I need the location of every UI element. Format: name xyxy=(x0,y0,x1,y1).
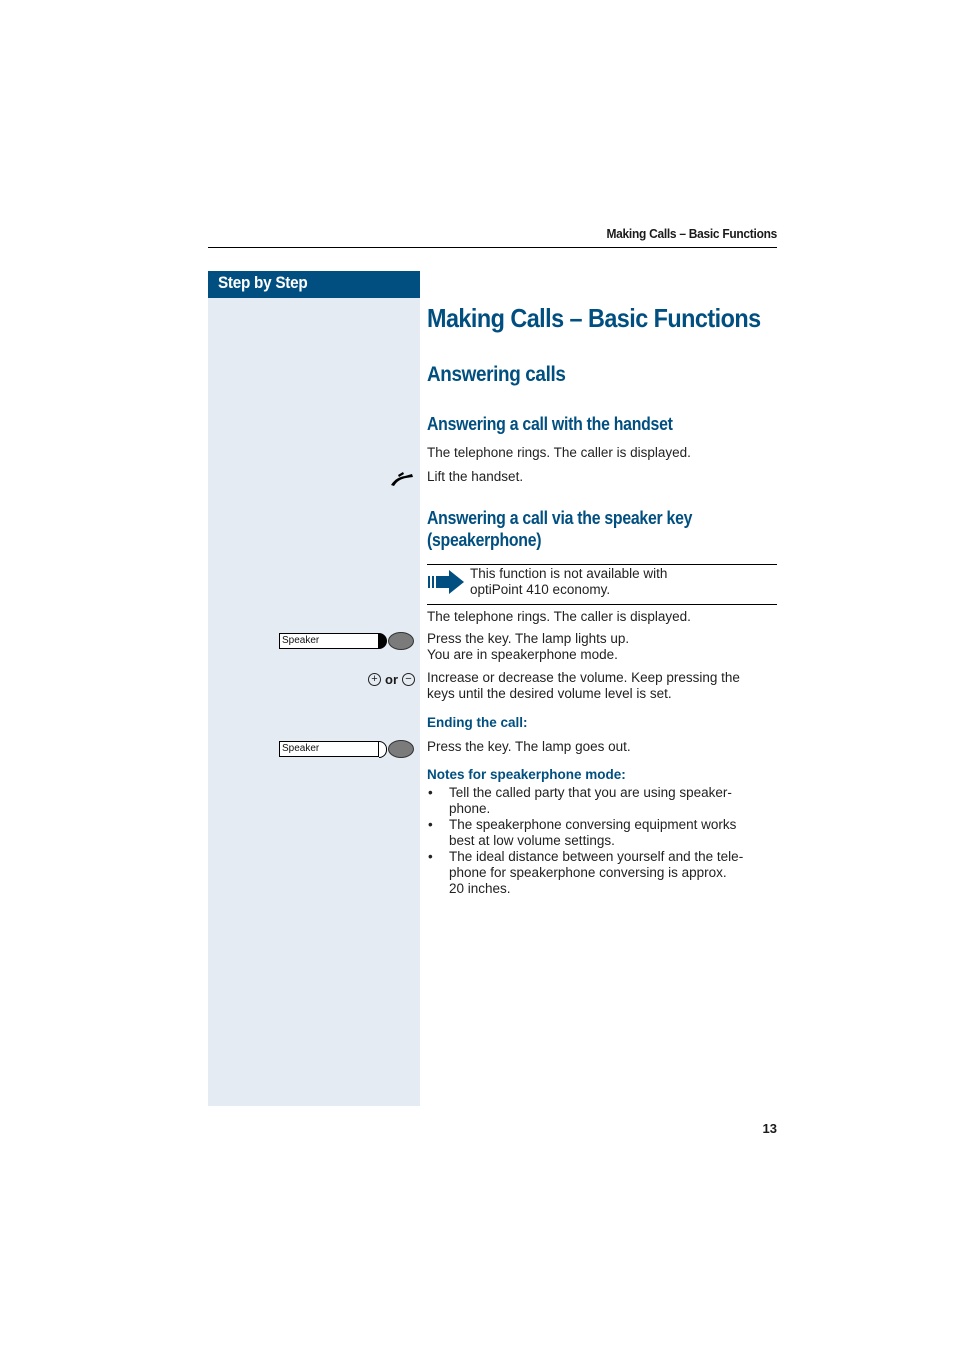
header-rule xyxy=(208,247,777,248)
ending-call-heading: Ending the call: xyxy=(427,715,528,730)
volume-text: Increase or decrease the volume. Keep pr… xyxy=(427,670,740,702)
volume-or-label: or xyxy=(385,671,398,687)
speaker-key-label: Speaker xyxy=(279,633,379,649)
volume-keys: + or − xyxy=(355,671,415,687)
volume-plus-icon[interactable]: + xyxy=(368,672,381,686)
note-line: The speakerphone conversing equipment wo… xyxy=(449,817,737,832)
note-line: The ideal distance between yourself and … xyxy=(449,849,744,864)
lamp-off-indicator xyxy=(379,740,387,758)
section-title: Answering calls xyxy=(427,363,566,386)
sidebar-title: Step by Step xyxy=(218,273,308,292)
list-item: • Tell the called party that you are usi… xyxy=(427,785,777,817)
volume-minus-icon[interactable]: − xyxy=(402,672,415,686)
speaker-key-off[interactable]: Speaker xyxy=(279,740,414,758)
speaker-ring-text: The telephone rings. The caller is displ… xyxy=(427,609,691,624)
note-line: 20 inches. xyxy=(449,881,511,896)
speaker-key-lit[interactable]: Speaker xyxy=(279,632,414,650)
press-line: You are in speakerphone mode. xyxy=(427,647,618,662)
page-number: 13 xyxy=(762,1121,777,1136)
note-arrow-icon xyxy=(427,569,465,595)
note-line: optiPoint 410 economy. xyxy=(470,582,611,597)
ending-call-text: Press the key. The lamp goes out. xyxy=(427,739,631,754)
bullet-icon: • xyxy=(428,849,433,864)
list-item: • The speakerphone conversing equipment … xyxy=(427,817,777,849)
bullet-icon: • xyxy=(428,785,433,800)
note-line: This function is not available with xyxy=(470,566,668,581)
note-line: phone. xyxy=(449,801,491,816)
note-line: phone for speakerphone conversing is app… xyxy=(449,865,727,880)
speaker-keycap[interactable] xyxy=(388,632,414,650)
lamp-on-indicator xyxy=(379,633,387,649)
speaker-key-label: Speaker xyxy=(279,741,379,757)
press-line: Press the key. The lamp lights up. xyxy=(427,631,630,646)
running-head: Making Calls – Basic Functions xyxy=(606,226,777,241)
lift-handset-text: Lift the handset. xyxy=(427,469,524,484)
note-line: best at low volume settings. xyxy=(449,833,615,848)
lift-handset-icon xyxy=(389,469,415,487)
speaker-heading-line1: Answering a call via the speaker key xyxy=(427,508,693,528)
note-line: Tell the called party that you are using… xyxy=(449,785,732,800)
note-top-rule xyxy=(427,564,777,565)
speaker-heading-line2: (speakerphone) xyxy=(427,530,542,550)
list-item: • The ideal distance between yourself an… xyxy=(427,849,777,897)
volume-line: Increase or decrease the volume. Keep pr… xyxy=(427,670,740,685)
step-by-step-sidebar xyxy=(208,271,420,1106)
note-bottom-rule xyxy=(427,604,777,605)
handset-ring-text: The telephone rings. The caller is displ… xyxy=(427,445,691,460)
speaker-keycap[interactable] xyxy=(388,740,414,758)
page-title: Making Calls – Basic Functions xyxy=(427,303,761,333)
notes-heading: Notes for speakerphone mode: xyxy=(427,767,626,782)
bullet-icon: • xyxy=(428,817,433,832)
note-text: This function is not available with opti… xyxy=(470,566,667,598)
handset-heading: Answering a call with the handset xyxy=(427,414,673,434)
press-key-text: Press the key. The lamp lights up. You a… xyxy=(427,631,629,663)
notes-list: • Tell the called party that you are usi… xyxy=(427,785,777,897)
volume-line: keys until the desired volume level is s… xyxy=(427,686,672,701)
